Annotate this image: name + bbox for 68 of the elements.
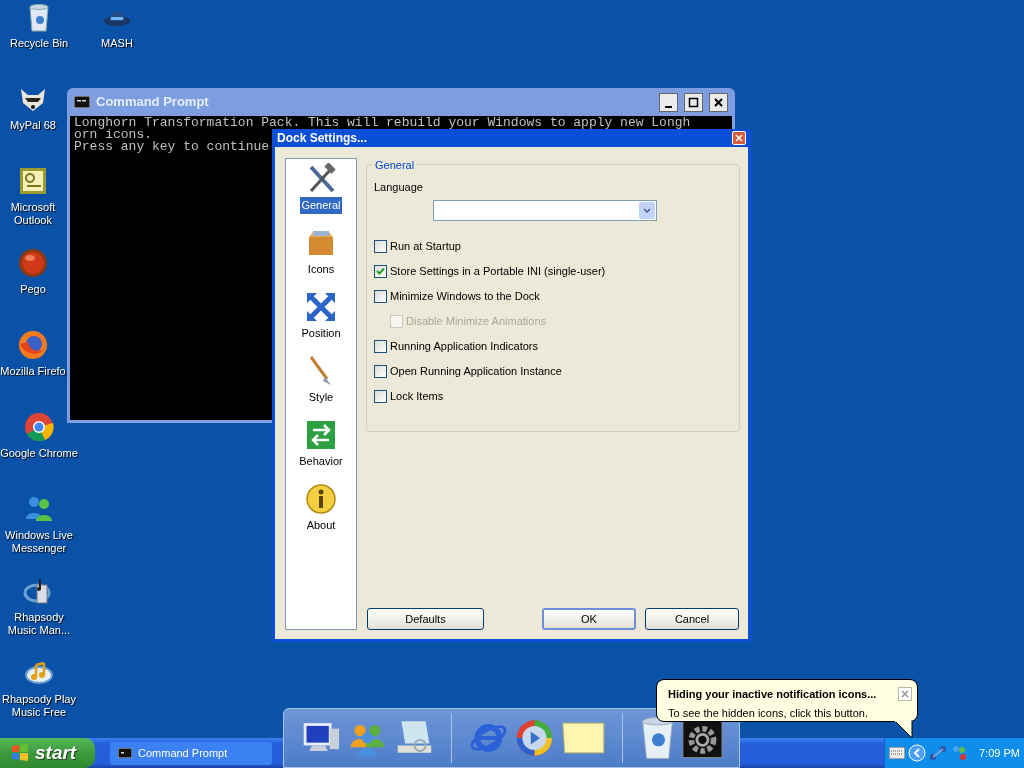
chrome-icon	[23, 411, 55, 443]
swap-arrows-icon	[305, 419, 337, 451]
minimize-icon	[665, 105, 672, 108]
console-icon	[74, 96, 90, 108]
checkbox[interactable]	[374, 364, 387, 378]
console-line: orn icons.	[74, 129, 152, 141]
field-label: Language	[374, 180, 424, 195]
calendar-icon	[17, 165, 49, 197]
desktop-icon-label[interactable]: Mozilla Firefo	[0, 365, 66, 378]
option-label: Run at Startup	[390, 238, 461, 254]
desktop-icon-label[interactable]: Windows Live Messenger	[0, 529, 78, 555]
balloon-text: To see the hidden icons, click this button.	[668, 705, 869, 721]
start-button[interactable]: start	[0, 738, 95, 768]
option-label: Disable Minimize Animations	[406, 313, 546, 329]
sidebar-item[interactable]: General	[300, 197, 342, 214]
windows-logo-icon	[10, 743, 30, 763]
close-icon	[901, 690, 909, 699]
option-label: Minimize Windows to the Dock	[390, 288, 540, 304]
balloon-title: Hiding your inactive notification icons...	[668, 687, 878, 702]
checkbox[interactable]	[374, 289, 387, 303]
dialog-title: Dock Settings...	[277, 130, 369, 147]
desktop-icon-label[interactable]: MASH	[101, 37, 133, 50]
close-icon	[713, 96, 724, 108]
keyboard-icon[interactable]	[889, 747, 905, 759]
sidebar-item[interactable]: Position	[300, 325, 342, 342]
people-icon[interactable]	[950, 745, 968, 761]
dialog-button[interactable]: Defaults	[367, 608, 484, 630]
console-icon	[118, 748, 132, 758]
sidebar-item[interactable]: Icons	[306, 261, 336, 278]
desktop-icon-label[interactable]: Rhapsody Music Man...	[0, 611, 78, 637]
chevron-left-icon[interactable]	[908, 744, 926, 762]
sidebar-item[interactable]: About	[305, 517, 337, 534]
option-label: Lock Items	[390, 388, 444, 404]
sidebar-item[interactable]: Style	[307, 389, 335, 406]
desktop-icon-label[interactable]: Pego	[20, 283, 46, 296]
taskbar-button[interactable]: Command Prompt	[110, 741, 272, 765]
checkbox[interactable]	[374, 264, 387, 278]
minimize-button[interactable]	[659, 92, 678, 112]
close-button[interactable]	[709, 92, 728, 112]
maximize-icon	[688, 96, 699, 108]
check-icon	[376, 266, 385, 276]
sidebar-item[interactable]: Behavior	[298, 453, 344, 470]
console-line: Longhorn Transformation Pack. This will rebuild your Windows to apply new Longh	[74, 117, 691, 129]
checkbox[interactable]	[374, 239, 387, 253]
dialog-button[interactable]: Cancel	[645, 608, 739, 630]
close-icon	[735, 134, 743, 142]
checkbox[interactable]	[374, 339, 387, 353]
network-icon[interactable]	[929, 745, 947, 761]
info-icon	[305, 483, 337, 515]
desktop-icon-label[interactable]: MyPal 68	[10, 119, 56, 132]
option-label: Store Settings in a Portable INI (single-user)	[390, 263, 606, 279]
dialog-button[interactable]: OK	[542, 608, 636, 630]
ball-icon	[17, 247, 49, 279]
option-label: Running Application Indicators	[390, 338, 538, 354]
maximize-button[interactable]	[684, 92, 703, 112]
checkbox[interactable]	[374, 389, 387, 403]
clock: 7:09 PM	[979, 745, 1020, 761]
desktop-icon-label[interactable]: Rhapsody Play Music Free	[0, 693, 78, 719]
desktop-icon-label[interactable]: Microsoft Outlook	[0, 201, 66, 227]
desktop-icon-label[interactable]: Google Chrome	[0, 447, 78, 460]
chevron-down-icon	[643, 207, 651, 213]
console-line: Press any key to continue	[74, 141, 270, 153]
dropdown-arrow-button[interactable]	[639, 201, 655, 219]
window-title: Command Prompt	[96, 93, 210, 112]
desktop-icon-label[interactable]: Recycle Bin	[9, 37, 69, 50]
option-label: Open Running Application Instance	[390, 363, 562, 379]
move-arrows-icon	[305, 291, 337, 323]
language-dropdown[interactable]	[433, 199, 657, 221]
